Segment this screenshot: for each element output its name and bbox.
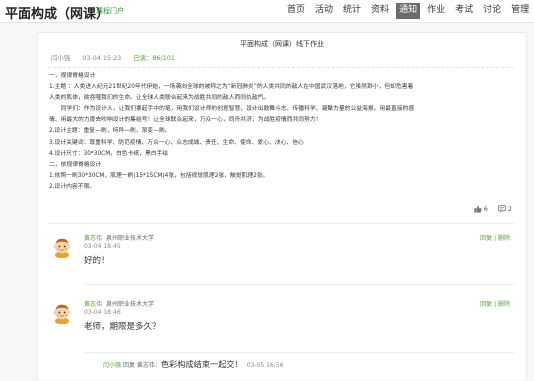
reply-content: 老师，期限是多久？ bbox=[84, 322, 161, 332]
post-meta: 闫小强 03-04 15:23 已读：86/101 bbox=[51, 53, 185, 62]
comment-button[interactable]: 2 bbox=[498, 205, 512, 213]
nav-discussion[interactable]: 讨论 bbox=[483, 3, 501, 19]
reply-author: 黄志伟 泉州职业技术大学 bbox=[84, 233, 154, 242]
reply-divider bbox=[84, 284, 514, 285]
sub-reply-author[interactable]: 闫小强 bbox=[103, 362, 121, 369]
nav-statistics[interactable]: 统计 bbox=[343, 3, 361, 19]
reply-divider bbox=[84, 352, 514, 353]
body-line: 1.主题 ：人类进入纪元21世纪20年代伊始，一场袭向全球的被称之为“新冠肺炎”… bbox=[49, 84, 414, 91]
body-line: 同学们：作为设计人，让我们拿起手中的笔，用我们设计师的创意智慧，设计出鼓舞斗志、… bbox=[49, 106, 415, 113]
reply-actions[interactable]: 回复 | 删除 bbox=[480, 299, 510, 308]
avatar bbox=[53, 304, 71, 324]
reply-time: 03-04 18:46 bbox=[84, 309, 121, 316]
reply-author-name[interactable]: 黄志伟 bbox=[84, 301, 102, 308]
sub-reply: 闫小强 回复 黄志伟：色彩构成结束一起交！ 03-05 16:56 bbox=[103, 358, 283, 370]
like-count: 6 bbox=[483, 205, 488, 213]
reply-author: 黄志伟 泉州职业技术大学 bbox=[84, 299, 154, 308]
post-title: 平面构成（网课）线下作业 bbox=[240, 40, 324, 48]
course-title: 平面构成（网课） bbox=[5, 7, 110, 22]
meta-divider bbox=[48, 67, 514, 68]
like-button[interactable]: 6 bbox=[474, 205, 488, 213]
sub-reply-word: 回复 bbox=[122, 362, 135, 369]
post-reactions: 6 2 bbox=[474, 205, 512, 213]
nav-notifications[interactable]: 通知 bbox=[396, 3, 421, 19]
reply-time: 03-04 18:45 bbox=[84, 243, 121, 250]
nav-resources[interactable]: 资料 bbox=[371, 3, 389, 19]
top-header: 平面构成（网课） 课程门户 首页 活动 统计 资料 通知 作业 考试 讨论 管理 bbox=[0, 0, 534, 23]
course-portal-link[interactable]: 课程门户 bbox=[96, 6, 124, 16]
nav-home[interactable]: 首页 bbox=[287, 3, 305, 19]
reply-author-org: 泉州职业技术大学 bbox=[106, 301, 155, 308]
post-time: 03-04 15:23 bbox=[82, 54, 122, 62]
nav-activities[interactable]: 活动 bbox=[315, 3, 333, 19]
comment-icon bbox=[498, 205, 506, 213]
body-line: 情、用最大的力度去吹响设计的集结号！让全球联合起来，万众一心，同舟共济，为战胜疫… bbox=[49, 117, 322, 124]
sub-reply-time: 03-05 16:56 bbox=[246, 362, 284, 369]
reply-list: 黄志伟泉州职业技术大学 03-04 18:45 好的！ 回复 | 删除 黄志伟 bbox=[48, 223, 514, 381]
reply-author-org: 泉州职业技术大学 bbox=[106, 235, 155, 242]
reply-content: 好的！ bbox=[84, 256, 110, 266]
read-count[interactable]: 已读：86/101 bbox=[133, 54, 175, 62]
sub-reply-content: 色彩构成结束一起交！ bbox=[160, 359, 243, 369]
body-line: 3.设计关键词：尊重科学、防范疫情、万众一心、众志成城、责任、生命、使命、爱心、… bbox=[49, 139, 304, 146]
body-line: 1.依照一刷30*30CM，肌理一刷(15*15CM)4张，包括视觉肌理2张，触… bbox=[49, 172, 269, 179]
reply-author-name[interactable]: 黄志伟 bbox=[84, 235, 102, 242]
nav-homework[interactable]: 作业 bbox=[427, 3, 445, 19]
main-nav: 首页 活动 统计 资料 通知 作业 考试 讨论 管理 bbox=[287, 3, 529, 19]
sub-reply-target: 黄志伟： bbox=[136, 362, 161, 369]
post-body: 一，视律脊格设计 1.主题 ：人类进入纪元21世纪20年代伊始，一场袭向全球的被… bbox=[49, 71, 519, 193]
body-line: 一，视律脊格设计 bbox=[49, 73, 96, 79]
avatar bbox=[53, 238, 71, 258]
body-line: 二，依规律脊格设计 bbox=[49, 161, 102, 168]
nav-exams[interactable]: 考试 bbox=[455, 3, 473, 19]
body-line: 人类的肌体，欲吞噬我们的生命。让全球人类联合起来为战胜共同的敌人而同仇敌忾。 bbox=[49, 95, 270, 102]
comment-count: 2 bbox=[507, 205, 512, 213]
post-author: 闫小强 bbox=[51, 54, 71, 62]
body-line: 2.设计内容不限。 bbox=[49, 183, 96, 190]
nav-manage[interactable]: 管理 bbox=[511, 3, 529, 19]
reply-actions[interactable]: 回复 | 删除 bbox=[480, 233, 510, 242]
thumbs-up-icon bbox=[474, 205, 482, 213]
body-line: 4.设计尺寸：30*30CM，白色卡纸，黑白手绘 bbox=[49, 150, 169, 157]
notice-panel: 平面构成（网课）线下作业 闫小强 03-04 15:23 已读：86/101 一… bbox=[37, 32, 527, 380]
body-line: 2.设计主题：重复—刷，特异—刷，渐变—刷。 bbox=[49, 128, 171, 135]
